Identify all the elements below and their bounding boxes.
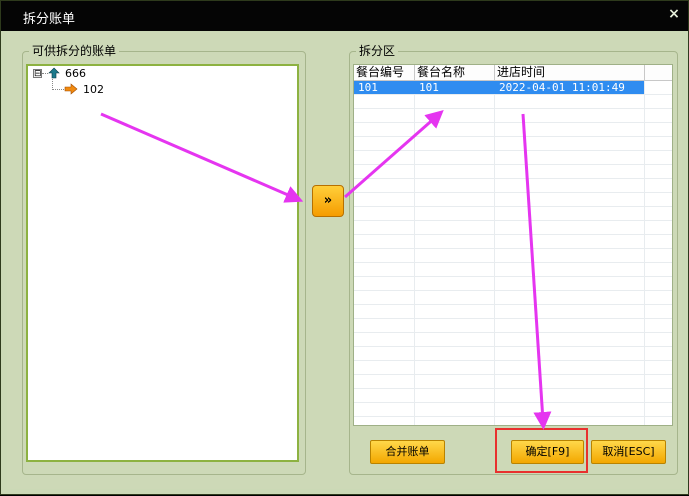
tree-node-666[interactable]: 666 [65,66,86,82]
collapse-icon[interactable]: ⊟ [33,69,42,79]
cell-table-name: 101 [419,81,439,94]
column-header[interactable]: 进店时间 [495,65,645,80]
table-row[interactable]: 101 101 2022-04-01 11:01:49 [354,81,644,94]
column-header[interactable]: 餐台名称 [415,65,495,80]
right-arrow-icon [64,83,78,95]
available-bills-group: 可供拆分的账单 ⊟ 666 102 [22,44,306,475]
up-arrow-icon [48,67,60,79]
tree-line [52,89,64,90]
window-title: 拆分账单 [23,12,76,27]
grid-lines [354,81,672,425]
confirm-highlight-box [495,428,588,473]
split-area-title: 拆分区 [356,44,399,58]
move-to-split-button[interactable]: » [312,185,344,217]
merge-bill-button[interactable]: 合并账单 [370,440,445,464]
column-header[interactable]: 餐台编号 [354,65,415,80]
table-header: 餐台编号 餐台名称 进店时间 [354,65,672,81]
available-bills-title: 可供拆分的账单 [29,44,120,58]
cancel-button[interactable]: 取消[ESC] [591,440,666,464]
split-bill-dialog: 拆分账单 × 可供拆分的账单 ⊟ 666 102 拆分区 餐台编号 餐台名称 进… [0,0,689,495]
split-area-group: 拆分区 餐台编号 餐台名称 进店时间 101 101 2022-04-01 11… [349,44,678,475]
title-bar: 拆分账单 × [1,1,688,31]
cell-arrival-time: 2022-04-01 11:01:49 [499,81,625,94]
bill-tree[interactable]: ⊟ 666 102 [26,64,299,462]
close-icon[interactable]: × [667,7,681,21]
tree-node-102[interactable]: 102 [83,82,104,98]
split-table[interactable]: 餐台编号 餐台名称 进店时间 101 101 2022-04-01 11:01:… [353,64,673,426]
cell-table-no: 101 [358,81,378,94]
dialog-body: 可供拆分的账单 ⊟ 666 102 拆分区 餐台编号 餐台名称 进店时间 101… [7,32,682,489]
